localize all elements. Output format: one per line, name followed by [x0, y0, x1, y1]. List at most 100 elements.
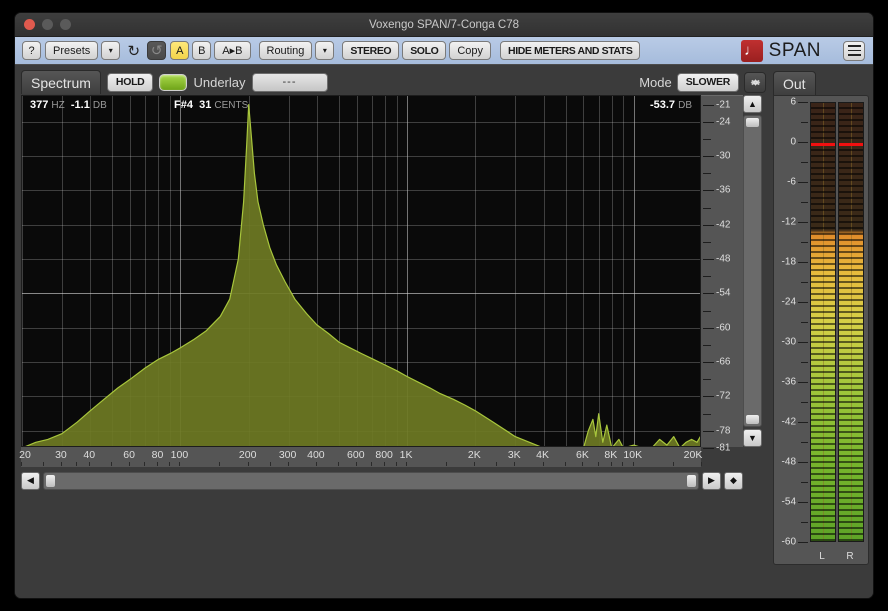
- frequency-tick: [384, 462, 386, 466]
- meter-left: [810, 102, 836, 542]
- output-scale-tick: [801, 122, 808, 123]
- range-left-handle[interactable]: [45, 473, 56, 488]
- mode-label: Mode: [639, 74, 672, 90]
- frequency-tick-label: 300: [278, 449, 297, 461]
- frequency-tick: [355, 462, 357, 466]
- undo-icon[interactable]: ↻: [124, 41, 143, 60]
- db-tick: [703, 207, 711, 209]
- scroll-up-button[interactable]: ▲: [743, 95, 762, 113]
- presets-dropdown-icon[interactable]: ▾: [101, 41, 121, 60]
- db-tick-label: -48: [716, 253, 731, 265]
- solo-button[interactable]: SOLO: [402, 41, 447, 60]
- menu-icon[interactable]: [843, 40, 865, 61]
- frequency-tick: [701, 462, 702, 466]
- frequency-tick: [157, 462, 159, 466]
- db-tick-label: -81: [716, 442, 731, 454]
- redo-icon[interactable]: ↺: [147, 41, 167, 60]
- help-button[interactable]: ?: [22, 41, 41, 60]
- frequency-tick: [76, 462, 78, 466]
- scroll-left-button[interactable]: ◀: [21, 471, 40, 490]
- range-right-handle[interactable]: [686, 473, 697, 488]
- main-toolbar: ? Presets ▾ ↻ ↺ A B A▸B Routing ▾ STEREO…: [15, 37, 873, 65]
- db-tick: [703, 379, 711, 381]
- output-scale-tick: [801, 202, 808, 203]
- gear-icon[interactable]: [744, 71, 766, 93]
- frequency-tick-label: 60: [123, 449, 135, 461]
- db-tick: [703, 241, 711, 243]
- db-tick: [703, 293, 714, 295]
- db-tick: [703, 344, 711, 346]
- db-tick: [703, 430, 714, 432]
- frequency-tick: [632, 462, 634, 466]
- vertical-scroll-track[interactable]: [743, 115, 762, 427]
- range-bottom-handle[interactable]: [745, 414, 760, 425]
- hold-button[interactable]: HOLD: [106, 72, 154, 92]
- frequency-tick-label: 200: [238, 449, 257, 461]
- db-tick-label: -66: [716, 356, 731, 368]
- frequency-tick: [111, 462, 113, 466]
- tab-spectrum[interactable]: Spectrum: [21, 70, 101, 94]
- frequency-tick: [370, 462, 372, 466]
- output-scale-tick: [801, 482, 808, 483]
- preset-a-button[interactable]: A: [170, 41, 190, 60]
- output-scale-label: -36: [781, 376, 796, 388]
- zoom-reset-button[interactable]: ◆: [724, 471, 743, 490]
- tab-out[interactable]: Out: [773, 71, 816, 95]
- frequency-tick: [247, 462, 249, 466]
- presets-button[interactable]: Presets: [45, 41, 99, 60]
- mode-select[interactable]: SLOWER: [676, 72, 739, 92]
- output-scale-tick: [801, 402, 808, 403]
- frequency-tick: [60, 462, 62, 466]
- underlay-select[interactable]: ---: [251, 72, 328, 92]
- output-scale-label: -42: [781, 416, 796, 428]
- frequency-tick: [406, 462, 408, 466]
- db-tick-label: -24: [716, 116, 731, 128]
- db-tick-label: -36: [716, 184, 731, 196]
- spectrum-plot[interactable]: 377 HZ -1.1 DB F#4 31 CENTS -53.7 DB: [21, 95, 701, 447]
- horizontal-scroll-track[interactable]: [43, 471, 699, 490]
- frequency-tick-label: 20K: [683, 449, 703, 461]
- output-scale-tick: [801, 362, 808, 363]
- clip-indicator-right: [839, 142, 863, 146]
- db-tick: [703, 190, 714, 192]
- frequency-tick: [129, 462, 131, 466]
- frequency-tick-label: 100: [170, 449, 189, 461]
- frequency-tick: [496, 462, 498, 466]
- underlay-label: Underlay: [193, 74, 246, 90]
- range-top-handle[interactable]: [745, 117, 760, 128]
- stereo-button[interactable]: STEREO: [342, 41, 400, 60]
- output-scale-tick: [798, 222, 808, 223]
- vertical-scrollbar[interactable]: ▲ ▼: [743, 95, 763, 447]
- db-tick: [703, 156, 714, 158]
- output-scale-tick: [798, 342, 808, 343]
- output-scale-tick: [798, 142, 808, 143]
- output-meter-panel: 6 0 -6 -12 -18 -24 -30 -36 -42 -48 -54 -60: [773, 95, 869, 565]
- frequency-tick: [337, 462, 339, 466]
- output-scale-tick: [798, 102, 808, 103]
- frequency-tick-label: 2K: [467, 449, 481, 461]
- plugin-window: Voxengo SPAN/7-Conga C78 ? Presets ▾ ↻ ↺…: [15, 13, 873, 598]
- output-scale-tick: [801, 242, 808, 243]
- db-tick: [703, 448, 714, 449]
- db-tick-label: -42: [716, 219, 731, 231]
- copy-a-to-b-button[interactable]: A▸B: [214, 41, 251, 60]
- routing-button[interactable]: Routing: [258, 41, 313, 60]
- db-tick: [703, 362, 714, 364]
- scroll-down-button[interactable]: ▼: [743, 429, 762, 447]
- frequency-tick: [269, 462, 271, 466]
- frequency-tick-label: 30: [55, 449, 67, 461]
- frequency-tick: [514, 462, 516, 466]
- copy-button[interactable]: Copy: [449, 41, 492, 60]
- hold-indicator-led[interactable]: [159, 73, 188, 91]
- preset-b-button[interactable]: B: [192, 41, 212, 60]
- spectrum-header: Spectrum HOLD Underlay --- Mode SLOWER: [21, 69, 770, 95]
- scroll-right-button[interactable]: ▶: [702, 471, 721, 490]
- horizontal-scrollbar[interactable]: ◀ ▶ ◆: [21, 470, 743, 491]
- voxengo-logo-icon: ♩: [740, 39, 763, 62]
- frequency-tick: [582, 462, 584, 466]
- hide-meters-and-stats-button[interactable]: HIDE METERS AND STATS: [500, 41, 641, 60]
- channel-label-right: R: [846, 551, 854, 562]
- frequency-tick-label: 10K: [623, 449, 643, 461]
- routing-dropdown-icon[interactable]: ▾: [315, 41, 335, 60]
- output-scale-tick: [801, 162, 808, 163]
